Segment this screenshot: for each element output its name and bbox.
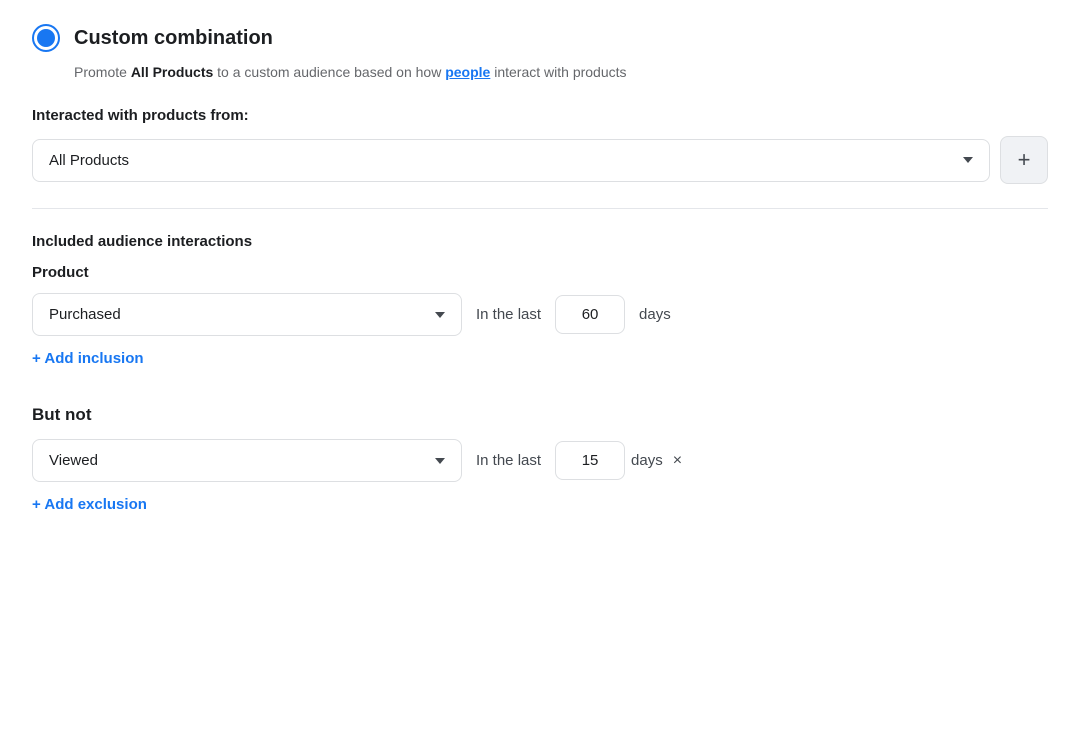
purchased-dropdown[interactable]: Purchased bbox=[32, 293, 462, 336]
subtitle-before: Promote bbox=[74, 64, 131, 80]
all-products-dropdown[interactable]: All Products bbox=[32, 139, 990, 182]
days-label-inclusion: days bbox=[639, 306, 671, 323]
product-label: Product bbox=[32, 264, 1048, 281]
plus-icon: + bbox=[1018, 147, 1031, 173]
chevron-down-icon bbox=[435, 458, 445, 464]
days-input-exclusion[interactable] bbox=[555, 441, 625, 480]
interacted-label: Interacted with products from: bbox=[32, 107, 1048, 124]
add-inclusion-link[interactable]: + Add inclusion bbox=[32, 350, 144, 367]
page-title: Custom combination bbox=[74, 27, 273, 50]
chevron-down-icon bbox=[963, 157, 973, 163]
remove-exclusion-button[interactable]: × bbox=[673, 452, 682, 470]
but-not-section: But not Viewed In the last days × + Add … bbox=[32, 405, 1048, 541]
subtitle-bold: All Products bbox=[131, 64, 213, 80]
viewed-dropdown[interactable]: Viewed bbox=[32, 439, 462, 482]
but-not-label: But not bbox=[32, 405, 1048, 425]
add-product-button[interactable]: + bbox=[1000, 136, 1048, 184]
exclusion-row: Viewed In the last days × bbox=[32, 439, 1048, 482]
product-from-row: All Products + bbox=[32, 136, 1048, 184]
included-audience-label: Included audience interactions bbox=[32, 233, 1048, 250]
inclusion-row: Purchased In the last days bbox=[32, 293, 1048, 336]
section-divider bbox=[32, 208, 1048, 209]
all-products-value: All Products bbox=[49, 152, 129, 169]
purchased-value: Purchased bbox=[49, 306, 121, 323]
days-input-inclusion[interactable] bbox=[555, 295, 625, 334]
header-row: Custom combination bbox=[32, 24, 1048, 52]
chevron-down-icon bbox=[435, 312, 445, 318]
subtitle-middle: to a custom audience based on how bbox=[213, 64, 445, 80]
viewed-value: Viewed bbox=[49, 452, 98, 469]
radio-button[interactable] bbox=[32, 24, 60, 52]
in-the-last-label: In the last bbox=[476, 306, 541, 323]
subtitle-after: interact with products bbox=[490, 64, 626, 80]
people-link[interactable]: people bbox=[445, 64, 490, 80]
days-x-group: days × bbox=[555, 441, 682, 480]
add-exclusion-link[interactable]: + Add exclusion bbox=[32, 496, 147, 513]
days-label-exclusion: days bbox=[631, 452, 663, 469]
in-the-last-label-exclusion: In the last bbox=[476, 452, 541, 469]
subtitle: Promote All Products to a custom audienc… bbox=[74, 62, 1048, 83]
radio-inner bbox=[37, 29, 55, 47]
